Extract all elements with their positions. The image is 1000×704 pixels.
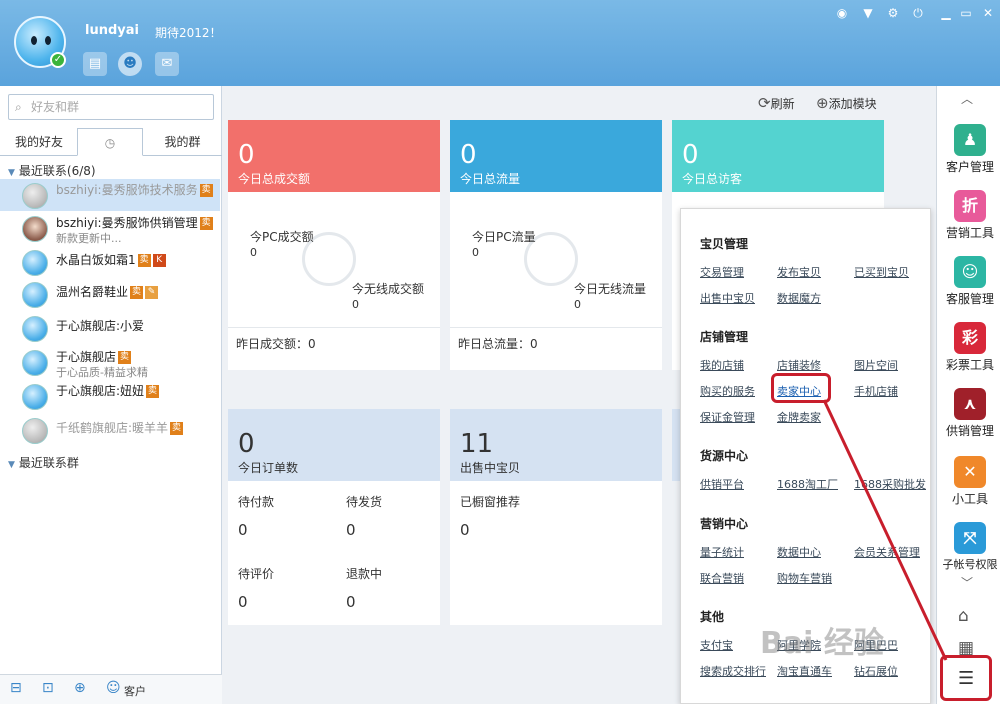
annotation-arrow	[822, 399, 948, 661]
watermark: Bai 经验	[760, 626, 884, 661]
